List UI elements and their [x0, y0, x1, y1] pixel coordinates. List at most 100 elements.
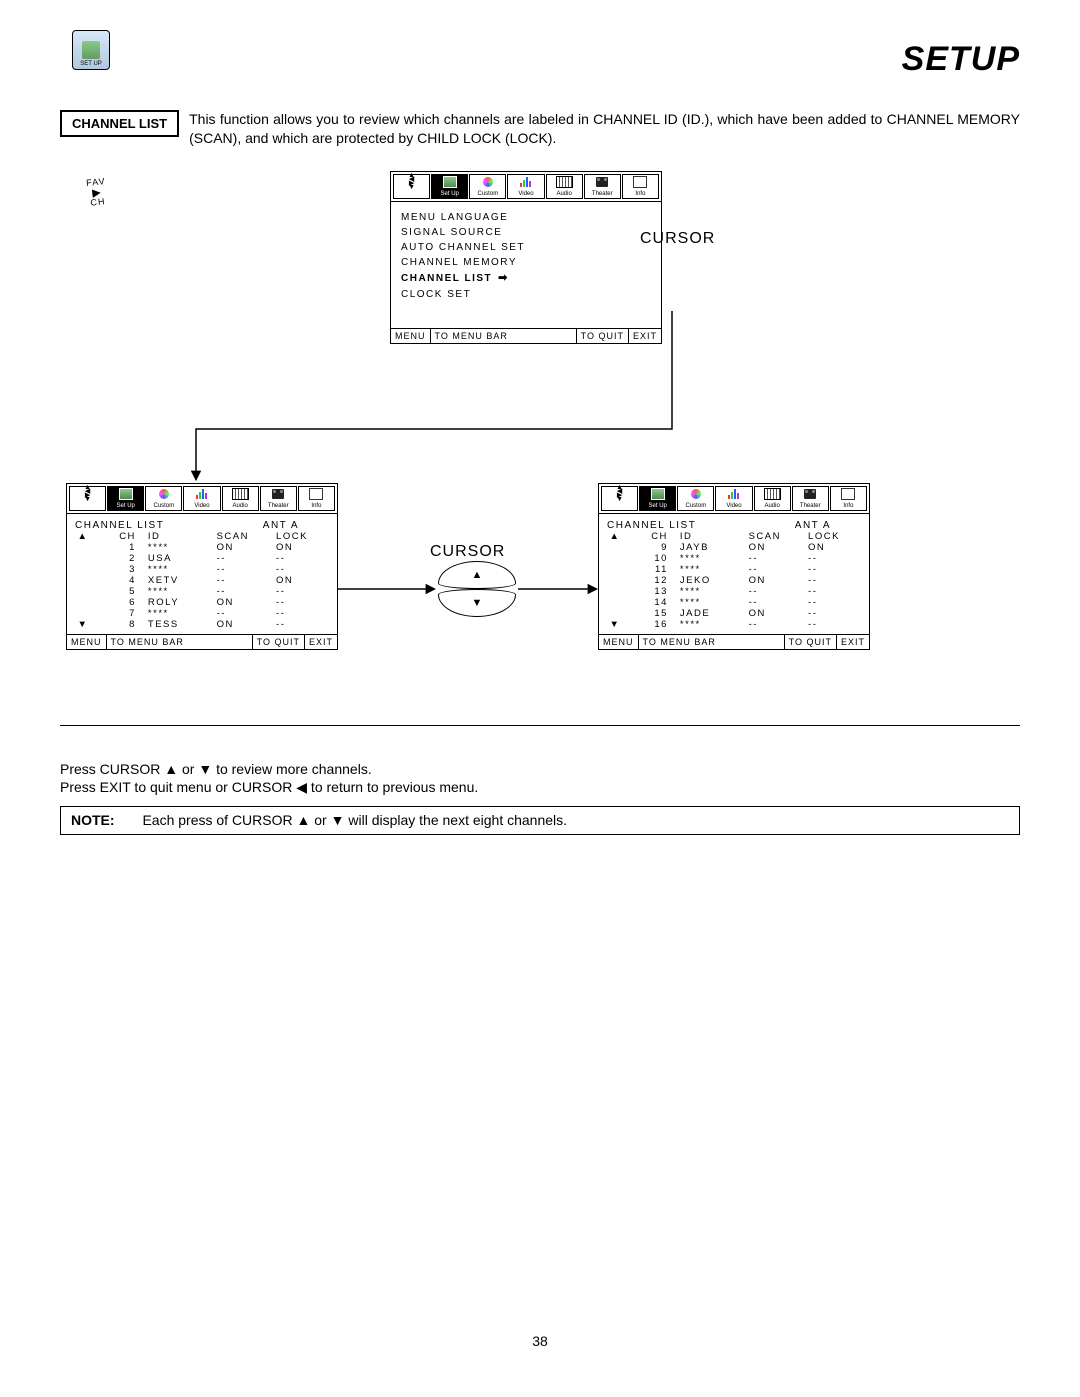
- cursor-ellipse-ch: CH: [90, 197, 106, 208]
- cell-lock: --: [806, 586, 861, 597]
- icon-label: Audio: [547, 191, 582, 197]
- th-ch: CH: [623, 531, 678, 542]
- row-arrow-blank: [607, 553, 623, 564]
- icon-label: Custom: [470, 191, 505, 197]
- cell-ch: 9: [623, 542, 678, 553]
- cell-lock: --: [806, 553, 861, 564]
- down-arrow-icon: ▼: [607, 619, 623, 630]
- down-arrow-icon: ▼: [75, 619, 91, 630]
- row-arrow-blank: [75, 564, 91, 575]
- icon-label: Video: [184, 503, 219, 509]
- custom-icon: Custom: [677, 486, 714, 511]
- video-icon: Video: [183, 486, 220, 511]
- cell-id: ****: [678, 553, 747, 564]
- audio-icon: Audio: [222, 486, 259, 511]
- info-icon: Info: [830, 486, 867, 511]
- th-lock: LOCK: [806, 531, 861, 542]
- cell-lock: --: [806, 619, 861, 630]
- setup-icon-label: SET UP: [80, 61, 102, 67]
- row-arrow-blank: [607, 575, 623, 586]
- icon-label: Info: [831, 503, 866, 509]
- menu-icon-row: ▲◀ ▶▼Set UpCustomVideoAudioTheaterInfo: [391, 172, 661, 202]
- table-row: 7****----: [75, 608, 329, 619]
- row-arrow-blank: [75, 597, 91, 608]
- cell-scan: --: [747, 586, 806, 597]
- osd-channel-list-right: ▲◀ ▶▼Set UpCustomVideoAudioTheaterInfo C…: [598, 483, 870, 650]
- row-arrow-blank: [607, 597, 623, 608]
- list-antenna: ANT A: [263, 520, 299, 531]
- down-arrow-icon: ▼: [331, 812, 345, 828]
- theater-icon: Theater: [260, 486, 297, 511]
- row-arrow-blank: [607, 564, 623, 575]
- cell-scan: ON: [215, 597, 274, 608]
- cell-ch: 7: [91, 608, 146, 619]
- table-row: ▼8TESSON--: [75, 619, 329, 630]
- cell-id: JEKO: [678, 575, 747, 586]
- icon-label: Info: [623, 191, 658, 197]
- table-row: 5****----: [75, 586, 329, 597]
- table-row: 4XETV--ON: [75, 575, 329, 586]
- video-icon: Video: [715, 486, 752, 511]
- cell-id: USA: [146, 553, 215, 564]
- th-id: ID: [678, 531, 747, 542]
- cell-id: ****: [678, 564, 747, 575]
- setup-icon: Set Up: [639, 486, 676, 511]
- note-b: or: [310, 812, 330, 828]
- menu-item: MENU LANGUAGE: [401, 210, 651, 225]
- audio-icon: Audio: [546, 174, 583, 199]
- row-arrow-blank: [75, 586, 91, 597]
- menu-icon-row: ▲◀ ▶▼Set UpCustomVideoAudioTheaterInfo: [67, 484, 337, 514]
- footer-menu: MENU: [67, 635, 107, 649]
- osd-main-footer: MENU TO MENU BAR TO QUIT EXIT: [391, 328, 661, 343]
- row-arrow-blank: [607, 608, 623, 619]
- table-row: 11****----: [607, 564, 861, 575]
- cell-scan: --: [747, 564, 806, 575]
- footer-toquit: TO QUIT: [784, 635, 836, 649]
- instr2-a: Press EXIT to quit menu or CURSOR: [60, 779, 296, 795]
- cell-scan: --: [747, 553, 806, 564]
- table-row: 9JAYBONON: [607, 542, 861, 553]
- bottom-instructions: Press CURSOR ▲ or ▼ to review more chann…: [60, 760, 1020, 835]
- footer-tomenubar: TO MENU BAR: [639, 635, 784, 649]
- cursor-ellipse-right: FAV ▶ CH: [57, 161, 136, 224]
- icon-label: Theater: [793, 503, 828, 509]
- cell-ch: 8: [91, 619, 146, 630]
- list-title: CHANNEL LIST: [607, 520, 696, 531]
- cell-lock: --: [806, 597, 861, 608]
- cell-lock: --: [806, 575, 861, 586]
- info-icon: Info: [298, 486, 335, 511]
- cell-ch: 3: [91, 564, 146, 575]
- channel-list-label: CHANNEL LIST: [60, 110, 179, 137]
- table-row: 10****----: [607, 553, 861, 564]
- icon-label: Custom: [678, 503, 713, 509]
- footer-menu: MENU: [391, 329, 431, 343]
- footer-tomenubar: TO MENU BAR: [107, 635, 252, 649]
- cell-ch: 11: [623, 564, 678, 575]
- cell-ch: 16: [623, 619, 678, 630]
- icon-label: Theater: [261, 503, 296, 509]
- menu-item: CHANNEL MEMORY: [401, 255, 651, 270]
- icon-label: Custom: [146, 503, 181, 509]
- table-row: ▼16****----: [607, 619, 861, 630]
- intro-text: This function allows you to review which…: [189, 110, 1020, 148]
- menu-item: CHANNEL LIST➡: [401, 270, 651, 287]
- cell-lock: --: [806, 608, 861, 619]
- cell-scan: --: [215, 608, 274, 619]
- row-arrow-blank: [75, 575, 91, 586]
- cursor-icon: ▲◀ ▶▼: [69, 486, 106, 511]
- osd-channel-list-left: ▲◀ ▶▼Set UpCustomVideoAudioTheaterInfo C…: [66, 483, 338, 650]
- cell-lock: --: [274, 564, 329, 575]
- cell-id: ****: [678, 586, 747, 597]
- cursor-icon: ▲◀ ▶▼: [393, 174, 430, 199]
- osd-list-footer: MENU TO MENU BAR TO QUIT EXIT: [599, 634, 869, 649]
- icon-label: Theater: [585, 191, 620, 197]
- footer-exit: EXIT: [628, 329, 661, 343]
- note-box: NOTE: Each press of CURSOR ▲ or ▼ will d…: [60, 806, 1020, 834]
- icon-label: Video: [508, 191, 543, 197]
- cell-scan: --: [747, 597, 806, 608]
- video-icon: Video: [507, 174, 544, 199]
- cursor-up-icon: ▲: [438, 561, 516, 589]
- osd-main-menu: ▲◀ ▶▼Set UpCustomVideoAudioTheaterInfo M…: [390, 171, 662, 344]
- cursor-icon: ▲◀ ▶▼: [601, 486, 638, 511]
- cursor-ellipse-updown: ▲ ▼: [438, 561, 514, 617]
